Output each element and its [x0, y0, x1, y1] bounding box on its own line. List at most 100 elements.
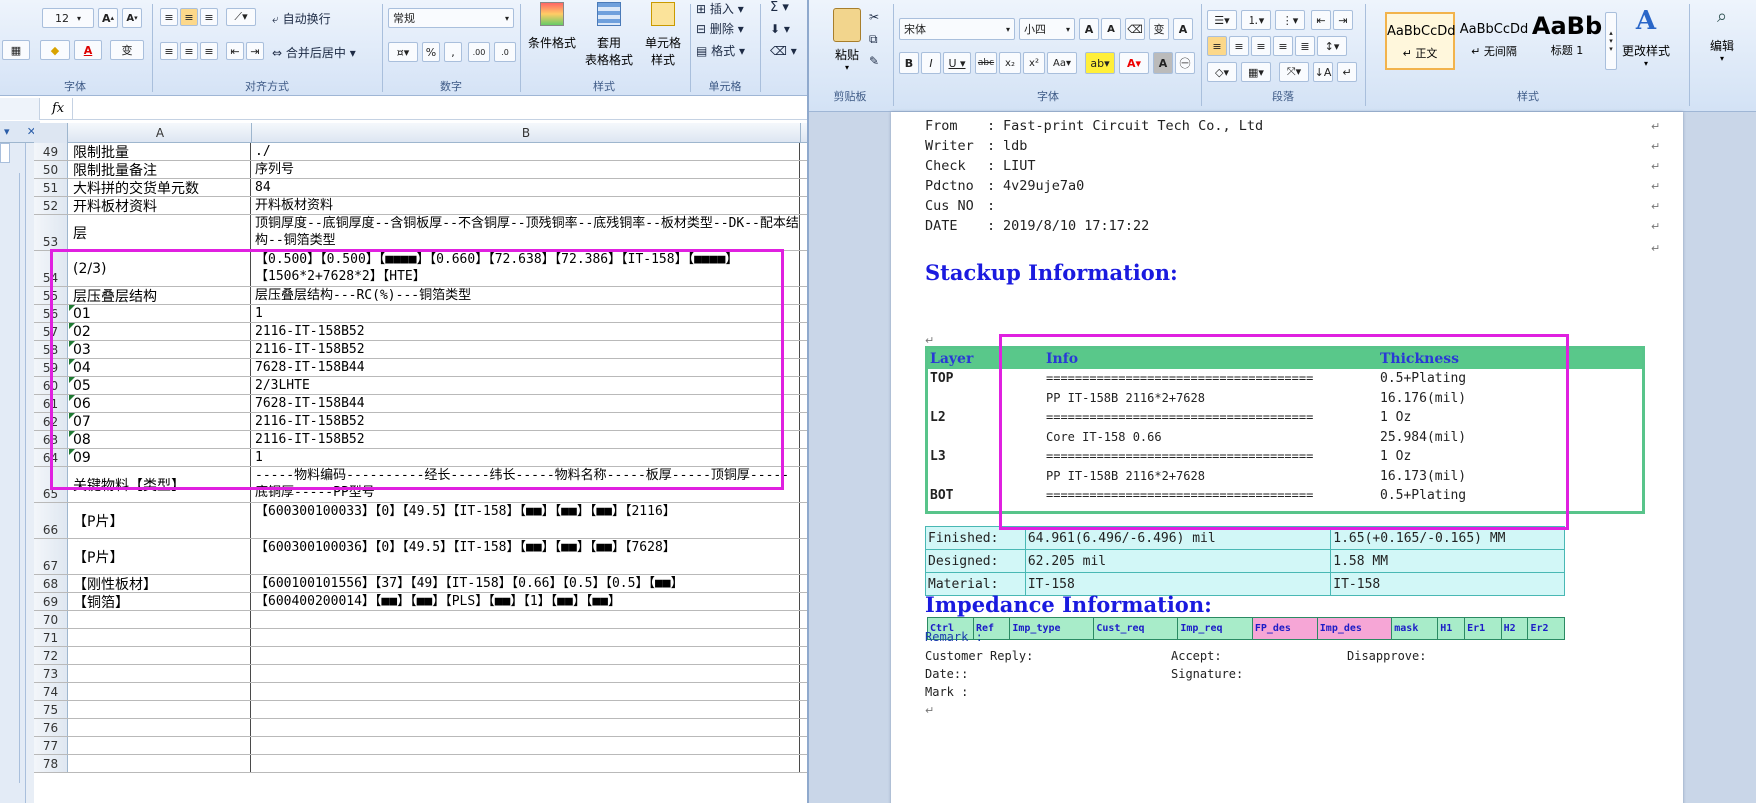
row-header[interactable]: 78 [34, 755, 68, 772]
style-normal[interactable]: AaBbCcDd ↵ 正文 [1385, 12, 1456, 70]
merge-center-button[interactable]: ⇔ 合并后居中 ▾ [272, 44, 356, 61]
shading-icon[interactable]: ◇▾ [1207, 62, 1237, 82]
align-center-icon[interactable]: ≡ [1229, 36, 1249, 56]
align-top-icon[interactable]: ≡ [160, 8, 178, 26]
row-header[interactable]: 66 [34, 503, 68, 538]
increase-indent-icon[interactable]: ⇥ [246, 42, 264, 60]
multilevel-list-icon[interactable]: ⋮▾ [1275, 10, 1305, 30]
cell-column-a[interactable] [69, 755, 251, 772]
cell-column-b[interactable] [252, 683, 800, 700]
cell-column-a[interactable]: 【铜箔】 [69, 593, 251, 610]
wrap-text-button[interactable]: ⤶ 自动换行 [272, 10, 331, 27]
cell-column-b[interactable]: 84 [252, 179, 800, 196]
bold-icon[interactable]: B [899, 52, 919, 74]
decrease-indent-icon[interactable]: ⇤ [226, 42, 244, 60]
superscript-icon[interactable]: x² [1023, 52, 1045, 74]
chevron-down-icon[interactable]: ▾ [4, 125, 10, 138]
show-marks-icon[interactable]: ↵ [1337, 62, 1357, 82]
row-header[interactable]: 69 [34, 593, 68, 610]
name-box[interactable] [0, 98, 40, 120]
cell-column-a[interactable]: 【P片】 [69, 503, 251, 538]
row-header[interactable]: 50 [34, 161, 68, 178]
align-right-icon[interactable]: ≡ [1251, 36, 1271, 56]
shrink-font-icon[interactable]: A [1101, 18, 1121, 40]
strikethrough-icon[interactable]: abc [975, 52, 997, 74]
border-icon[interactable]: ▦▾ [1241, 62, 1271, 82]
cell-column-a[interactable] [69, 719, 251, 736]
format-as-table-button[interactable]: 套用 表格格式 [580, 2, 638, 76]
increase-decimal-icon[interactable]: .00 [468, 42, 490, 62]
style-heading-1[interactable]: AaBb 标题 1 [1531, 12, 1603, 70]
edit-button[interactable]: ⌕ 编辑 ▾ [1697, 6, 1747, 80]
cell-column-b[interactable] [252, 701, 800, 718]
char-border-icon[interactable]: A [1173, 18, 1193, 40]
orientation-icon[interactable]: ⟋▾ [226, 8, 256, 26]
style-no-spacing[interactable]: AaBbCcDd ↵ 无间隔 [1459, 12, 1529, 70]
phonetic-icon[interactable]: 变 [110, 40, 144, 60]
font-size-select-word[interactable]: 小四 ▾ [1019, 18, 1075, 40]
sort-icon[interactable]: ↓A [1313, 62, 1333, 82]
cell-column-a[interactable]: 限制批量备注 [69, 161, 251, 178]
side-panel-field[interactable] [0, 143, 10, 163]
cell-column-a[interactable] [69, 665, 251, 682]
insert-button[interactable]: ⊞ 插入 ▾ [696, 0, 744, 17]
cell-column-b[interactable]: 【600300100033】【0】【49.5】【IT-158】【■■】【■■】【… [252, 503, 800, 538]
column-header-b[interactable]: B [252, 123, 801, 143]
number-format-select[interactable]: 常规 ▾ [388, 8, 514, 28]
chinese-layout-icon[interactable]: ⤧▾ [1279, 62, 1309, 82]
row-header[interactable]: 67 [34, 539, 68, 574]
cell-column-b[interactable]: 【600100101556】【37】【49】【IT-158】【0.66】【0.5… [252, 575, 800, 592]
clear-format-icon[interactable]: ⌫ [1125, 18, 1145, 40]
change-case-icon[interactable]: Aa▾ [1047, 52, 1077, 74]
fill-icon[interactable]: ⬇ ▾ [770, 22, 790, 36]
cell-column-a[interactable]: 层 [69, 215, 251, 250]
column-header-a[interactable]: A [69, 123, 252, 143]
align-left-icon[interactable]: ≡ [160, 42, 178, 60]
format-painter-icon[interactable]: ✎ [869, 54, 879, 68]
delete-button[interactable]: ⊟ 删除 ▾ [696, 20, 744, 37]
row-header[interactable]: 49 [34, 143, 68, 160]
distributed-icon[interactable]: ≣ [1295, 36, 1315, 56]
cell-column-a[interactable] [69, 701, 251, 718]
decrease-indent-icon[interactable]: ⇤ [1311, 10, 1331, 30]
cell-column-a[interactable]: 开料板材资料 [69, 197, 251, 214]
cell-column-a[interactable]: 限制批量 [69, 143, 251, 160]
decrease-decimal-icon[interactable]: .0 [494, 42, 516, 62]
subscript-icon[interactable]: x₂ [999, 52, 1021, 74]
shrink-font-icon[interactable]: A ▾ [122, 8, 142, 28]
formula-input[interactable] [72, 98, 807, 120]
cell-column-b[interactable] [252, 755, 800, 772]
cell-column-a[interactable] [69, 737, 251, 754]
copy-icon[interactable]: ⧉ [869, 32, 878, 47]
cell-styles-button[interactable]: 单元格 样式 [640, 2, 686, 76]
align-center-icon[interactable]: ≡ [180, 42, 198, 60]
styles-scroll[interactable]: ▴ ▾ ▾ [1605, 12, 1617, 70]
row-header[interactable]: 74 [34, 683, 68, 700]
cell-column-b[interactable]: 【600400200014】【■■】【■■】【PLS】【■■】【1】【■■】【■… [252, 593, 800, 610]
cell-column-a[interactable] [69, 647, 251, 664]
highlight-icon[interactable]: ab▾ [1085, 52, 1115, 74]
font-size-select[interactable]: 12 ▾ [42, 8, 94, 28]
align-left-icon[interactable]: ≡ [1207, 36, 1227, 56]
fx-icon[interactable]: fx [52, 101, 64, 116]
cell-column-b[interactable] [252, 737, 800, 754]
change-styles-button[interactable]: A 更改样式 ▾ [1621, 6, 1671, 80]
autosum-icon[interactable]: Σ ▾ [770, 0, 789, 15]
row-header[interactable]: 76 [34, 719, 68, 736]
cell-column-a[interactable]: 大料拼的交货单元数 [69, 179, 251, 196]
paste-button[interactable]: 粘贴 ▾ [827, 4, 867, 84]
cell-column-b[interactable] [252, 719, 800, 736]
cut-icon[interactable]: ✂ [869, 10, 879, 24]
align-right-icon[interactable]: ≡ [200, 42, 218, 60]
align-bottom-icon[interactable]: ≡ [200, 8, 218, 26]
justify-icon[interactable]: ≡ [1273, 36, 1293, 56]
borders-icon[interactable]: ▦ [2, 40, 30, 60]
cell-column-b[interactable]: ./ [252, 143, 800, 160]
italic-icon[interactable]: I [921, 52, 941, 74]
cell-column-b[interactable]: 序列号 [252, 161, 800, 178]
row-header[interactable]: 77 [34, 737, 68, 754]
underline-icon[interactable]: U ▾ [943, 52, 971, 74]
font-color-icon[interactable]: A▾ [1119, 52, 1149, 74]
cell-column-b[interactable]: 开料板材资料 [252, 197, 800, 214]
font-color-icon[interactable]: A [74, 40, 102, 60]
